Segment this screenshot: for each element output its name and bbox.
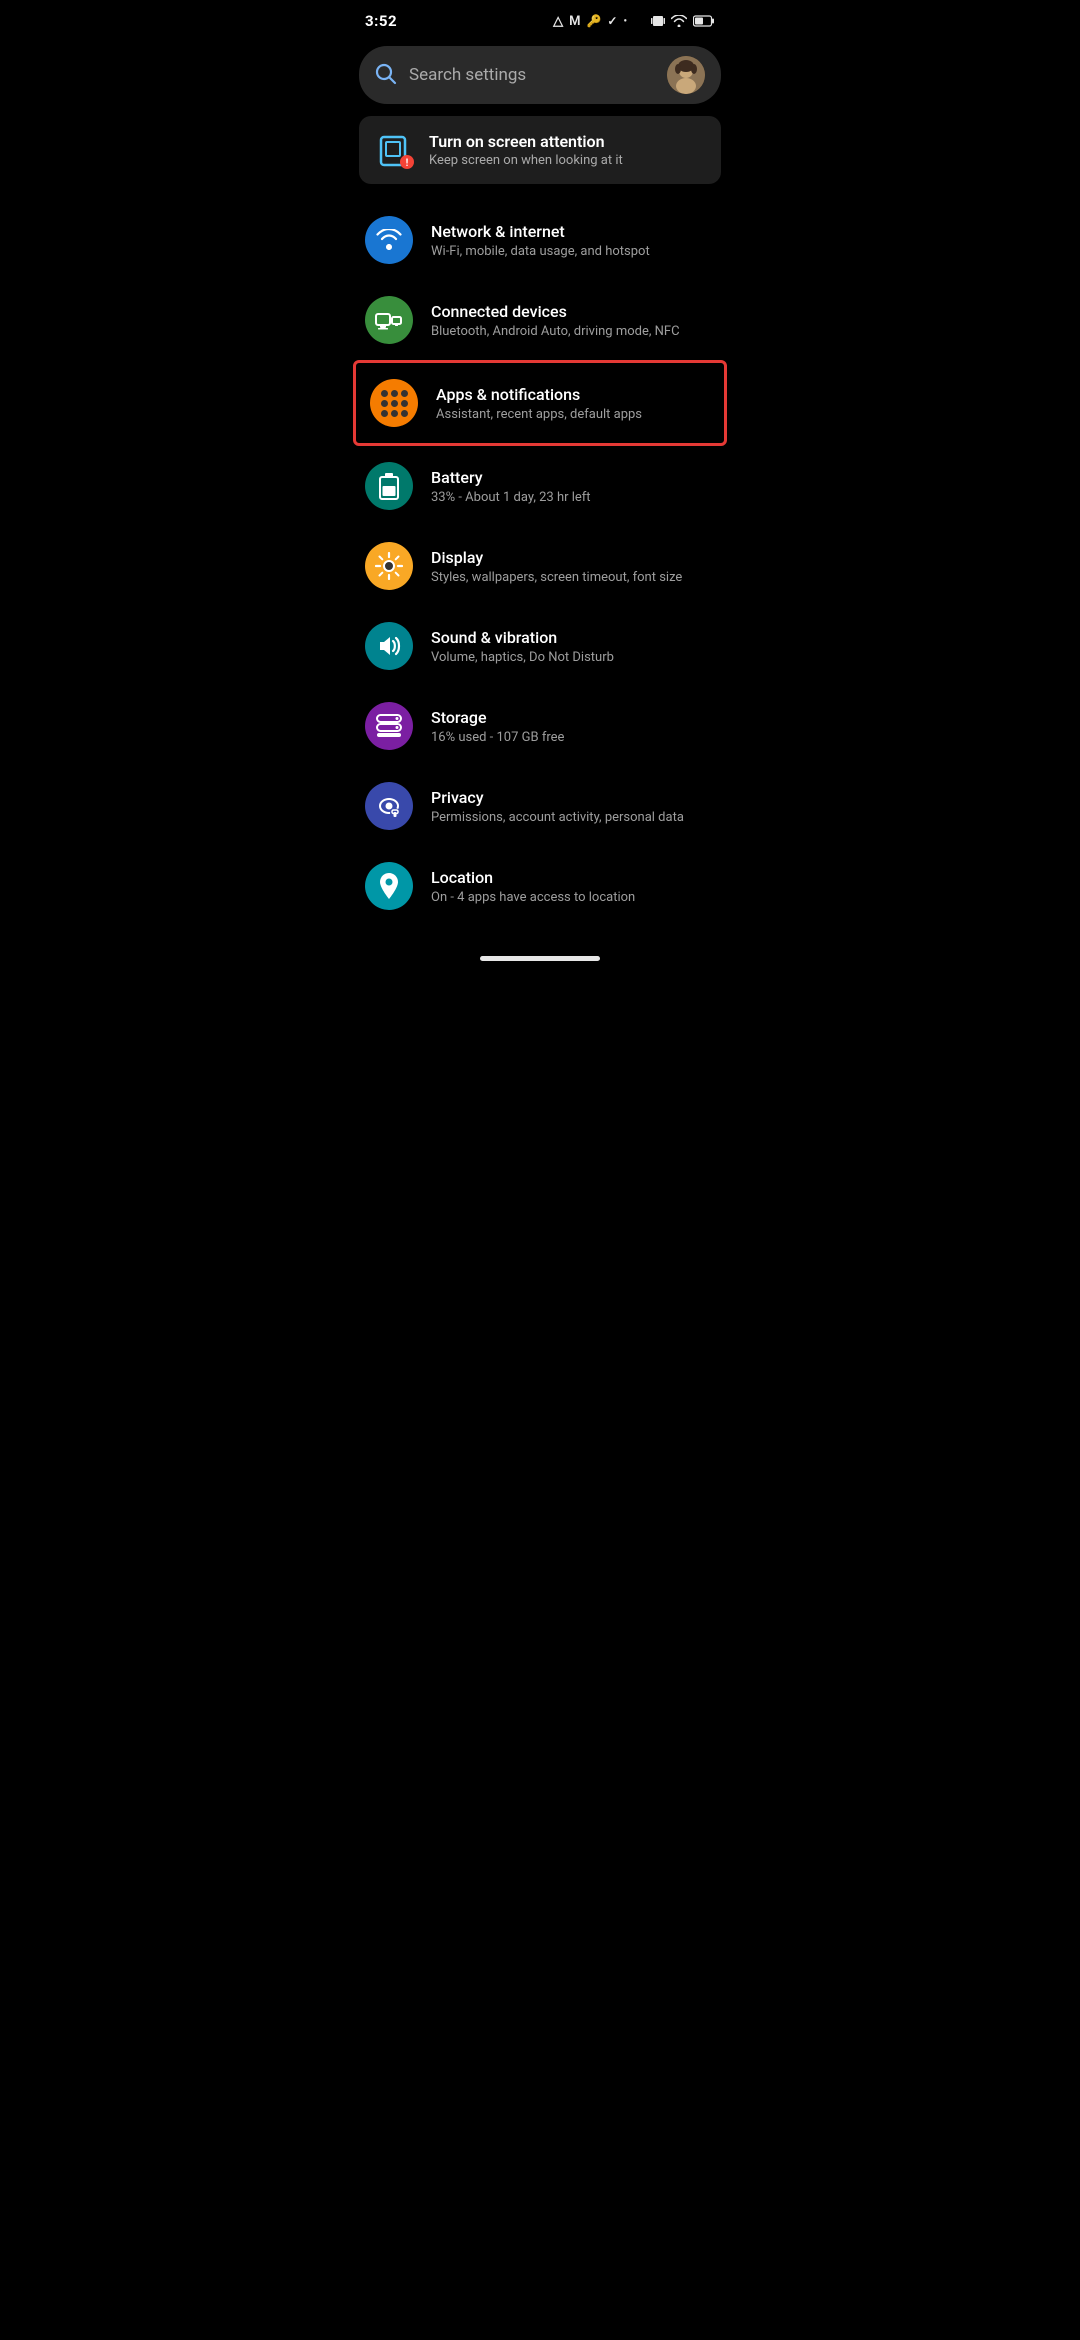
home-indicator bbox=[480, 956, 600, 961]
apps-notifications-icon-circle bbox=[370, 379, 418, 427]
storage-title: Storage bbox=[431, 708, 715, 727]
display-title: Display bbox=[431, 548, 715, 567]
storage-subtitle: 16% used - 107 GB free bbox=[431, 730, 715, 745]
status-icons: △ M 🔑 ✓ • bbox=[553, 13, 715, 29]
connected-devices-title: Connected devices bbox=[431, 302, 715, 321]
search-bar[interactable]: Search settings bbox=[359, 46, 721, 104]
battery-title: Battery bbox=[431, 468, 715, 487]
connected-devices-icon-circle bbox=[365, 296, 413, 344]
wifi-status-icon bbox=[671, 15, 687, 27]
settings-item-location[interactable]: Location On - 4 apps have access to loca… bbox=[351, 846, 729, 926]
location-subtitle: On - 4 apps have access to location bbox=[431, 890, 715, 905]
screen-attention-banner[interactable]: ! Turn on screen attention Keep screen o… bbox=[359, 116, 721, 184]
check-icon: ✓ bbox=[607, 14, 617, 28]
network-title: Network & internet bbox=[431, 222, 715, 241]
privacy-icon-circle bbox=[365, 782, 413, 830]
gmail-icon: M bbox=[569, 14, 580, 29]
settings-item-connected-devices[interactable]: Connected devices Bluetooth, Android Aut… bbox=[351, 280, 729, 360]
status-time: 3:52 bbox=[365, 12, 397, 30]
settings-item-network[interactable]: Network & internet Wi-Fi, mobile, data u… bbox=[351, 200, 729, 280]
battery-subtitle: 33% - About 1 day, 23 hr left bbox=[431, 490, 715, 505]
sound-icon-circle bbox=[365, 622, 413, 670]
search-placeholder: Search settings bbox=[409, 65, 655, 85]
connected-devices-subtitle: Bluetooth, Android Auto, driving mode, N… bbox=[431, 324, 715, 339]
display-subtitle: Styles, wallpapers, screen timeout, font… bbox=[431, 570, 715, 585]
status-bar: 3:52 △ M 🔑 ✓ • bbox=[345, 0, 735, 38]
bottom-nav-bar bbox=[345, 936, 735, 971]
settings-item-sound[interactable]: Sound & vibration Volume, haptics, Do No… bbox=[351, 606, 729, 686]
apps-notifications-title: Apps & notifications bbox=[436, 385, 710, 404]
settings-list: Network & internet Wi-Fi, mobile, data u… bbox=[345, 200, 735, 926]
screen-attention-title: Turn on screen attention bbox=[429, 132, 703, 151]
sound-subtitle: Volume, haptics, Do Not Disturb bbox=[431, 650, 715, 665]
display-text: Display Styles, wallpapers, screen timeo… bbox=[431, 548, 715, 585]
dot-icon: • bbox=[623, 16, 627, 27]
screen-attention-subtitle: Keep screen on when looking at it bbox=[429, 153, 703, 168]
privacy-subtitle: Permissions, account activity, personal … bbox=[431, 810, 715, 825]
location-title: Location bbox=[431, 868, 715, 887]
apps-notifications-subtitle: Assistant, recent apps, default apps bbox=[436, 407, 710, 422]
network-icon-circle bbox=[365, 216, 413, 264]
settings-item-storage[interactable]: Storage 16% used - 107 GB free bbox=[351, 686, 729, 766]
display-icon-circle bbox=[365, 542, 413, 590]
svg-text:!: ! bbox=[406, 158, 409, 169]
search-icon bbox=[375, 63, 397, 88]
sound-text: Sound & vibration Volume, haptics, Do No… bbox=[431, 628, 715, 665]
network-text: Network & internet Wi-Fi, mobile, data u… bbox=[431, 222, 715, 259]
vibrate-icon bbox=[651, 13, 665, 29]
storage-icon-circle bbox=[365, 702, 413, 750]
storage-text: Storage 16% used - 107 GB free bbox=[431, 708, 715, 745]
screen-attention-text: Turn on screen attention Keep screen on … bbox=[429, 132, 703, 168]
drive-icon: △ bbox=[553, 14, 563, 29]
battery-status-icon bbox=[693, 15, 715, 27]
screen-attention-icon: ! bbox=[377, 132, 413, 168]
location-icon-circle bbox=[365, 862, 413, 910]
user-avatar[interactable] bbox=[667, 56, 705, 94]
connected-devices-text: Connected devices Bluetooth, Android Aut… bbox=[431, 302, 715, 339]
settings-item-apps-notifications[interactable]: Apps & notifications Assistant, recent a… bbox=[353, 360, 727, 446]
privacy-title: Privacy bbox=[431, 788, 715, 807]
settings-item-privacy[interactable]: Privacy Permissions, account activity, p… bbox=[351, 766, 729, 846]
apps-grid-icon bbox=[381, 390, 408, 417]
settings-item-battery[interactable]: Battery 33% - About 1 day, 23 hr left bbox=[351, 446, 729, 526]
settings-item-display[interactable]: Display Styles, wallpapers, screen timeo… bbox=[351, 526, 729, 606]
privacy-text: Privacy Permissions, account activity, p… bbox=[431, 788, 715, 825]
network-subtitle: Wi-Fi, mobile, data usage, and hotspot bbox=[431, 244, 715, 259]
battery-icon-circle bbox=[365, 462, 413, 510]
sound-title: Sound & vibration bbox=[431, 628, 715, 647]
key-icon: 🔑 bbox=[586, 14, 601, 28]
battery-text: Battery 33% - About 1 day, 23 hr left bbox=[431, 468, 715, 505]
apps-notifications-text: Apps & notifications Assistant, recent a… bbox=[436, 385, 710, 422]
location-text: Location On - 4 apps have access to loca… bbox=[431, 868, 715, 905]
